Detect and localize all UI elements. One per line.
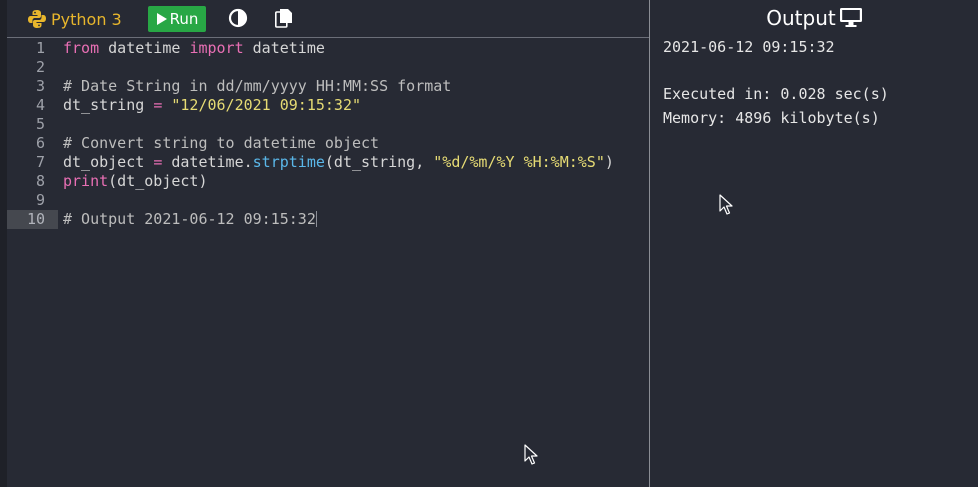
code-token: dt_object [63, 153, 154, 171]
copy-button[interactable] [275, 8, 297, 30]
code-token: dt_string [63, 96, 154, 114]
line-number-text: 4 [35, 96, 45, 114]
code-line[interactable]: 10 # Output 2021-06-12 09:15:32 [7, 210, 649, 229]
code-token: # Convert string to datetime object [63, 134, 380, 152]
code-token: ) [604, 153, 614, 171]
line-number: 2 [7, 58, 58, 77]
code-line[interactable]: 5 [7, 115, 649, 134]
line-number: 8 [7, 172, 58, 191]
line-number-text: 8 [35, 172, 45, 190]
left-edge-strip [0, 0, 7, 487]
code-line[interactable]: 6 # Convert string to datetime object [7, 134, 649, 153]
line-number-text: 10 [26, 210, 45, 228]
code-token: (dt_object) [108, 172, 208, 190]
line-number: 7 [7, 153, 58, 172]
code-line[interactable]: 1 from datetime import datetime [7, 39, 649, 58]
line-number-text: 6 [35, 134, 45, 152]
code-token: # Output 2021-06-12 09:15:32 [63, 210, 316, 228]
code-text: dt_object = datetime.strptime(dt_string,… [63, 153, 614, 172]
line-number: 1 [7, 39, 58, 58]
theme-toggle-button[interactable] [228, 8, 250, 30]
run-button-label: Run [169, 10, 199, 28]
output-title-label: Output [766, 6, 836, 30]
code-token: (dt_string, [324, 153, 434, 171]
line-number-text: 7 [35, 153, 45, 171]
code-text: print(dt_object) [63, 172, 208, 191]
contrast-icon [228, 8, 248, 28]
code-token: datetime [243, 39, 325, 57]
line-number: 5 [7, 115, 58, 134]
code-token: "12/06/2021 09:15:32" [171, 96, 362, 114]
code-line[interactable]: 4 dt_string = "12/06/2021 09:15:32" [7, 96, 649, 115]
toolbar: Python 3 Run [7, 0, 649, 37]
python-logo-icon [28, 10, 46, 28]
code-token: "%d/%m/%Y %H:%M:%S" [433, 153, 605, 171]
run-button[interactable]: Run [148, 6, 206, 32]
line-number: 3 [7, 77, 58, 96]
mouse-cursor-icon [524, 444, 538, 465]
line-number: 10 [7, 210, 58, 229]
code-line[interactable]: 8 print(dt_object) [7, 172, 649, 191]
line-number: 6 [7, 134, 58, 153]
line-number: 4 [7, 96, 58, 115]
line-number: 9 [7, 191, 58, 210]
line-number-text: 1 [35, 39, 45, 57]
code-token: datetime. [162, 153, 253, 171]
code-text: dt_string = "12/06/2021 09:15:32" [63, 96, 361, 115]
code-line[interactable]: 3 # Date String in dd/mm/yyyy HH:MM:SS fo… [7, 77, 649, 96]
language-label: Python 3 [51, 9, 122, 29]
language-selector[interactable]: Python 3 [27, 8, 122, 30]
output-panel: Output 2021-06-12 09:15:32 Executed in: … [650, 0, 978, 487]
monitor-icon [839, 8, 862, 27]
code-token: import [189, 39, 244, 57]
code-text: # Date String in dd/mm/yyyy HH:MM:SS for… [63, 77, 451, 96]
code-token: = [153, 153, 163, 171]
output-execution-time: Executed in: 0.028 sec(s) [663, 85, 889, 103]
text-caret [315, 211, 317, 227]
line-number-text: 5 [35, 115, 45, 133]
code-editor[interactable]: 1 from datetime import datetime 2 3 # Date S… [7, 38, 649, 487]
code-token: # Date String in dd/mm/yyyy HH:MM:SS for… [63, 77, 452, 95]
output-result: 2021-06-12 09:15:32 [663, 38, 835, 56]
code-token: datetime [99, 39, 190, 57]
code-text: # Output 2021-06-12 09:15:32 [63, 210, 317, 229]
code-text: from datetime import datetime [63, 39, 325, 58]
code-token: print [63, 172, 109, 190]
code-token: strptime [252, 153, 325, 171]
code-text: # Convert string to datetime object [63, 134, 379, 153]
output-memory: Memory: 4896 kilobyte(s) [663, 109, 880, 127]
code-line[interactable]: 9 [7, 191, 649, 210]
line-number-text: 9 [35, 191, 45, 209]
line-number-text: 3 [35, 77, 45, 95]
code-token: = [153, 96, 163, 114]
code-line[interactable]: 7 dt_object = datetime.strptime(dt_string… [7, 153, 649, 172]
line-number-text: 2 [35, 58, 45, 76]
code-token: from [63, 39, 100, 57]
output-title: Output [650, 6, 978, 30]
mouse-cursor-icon [719, 194, 733, 215]
play-icon [156, 13, 167, 25]
copy-icon [275, 9, 292, 28]
code-line[interactable]: 2 [7, 58, 649, 77]
